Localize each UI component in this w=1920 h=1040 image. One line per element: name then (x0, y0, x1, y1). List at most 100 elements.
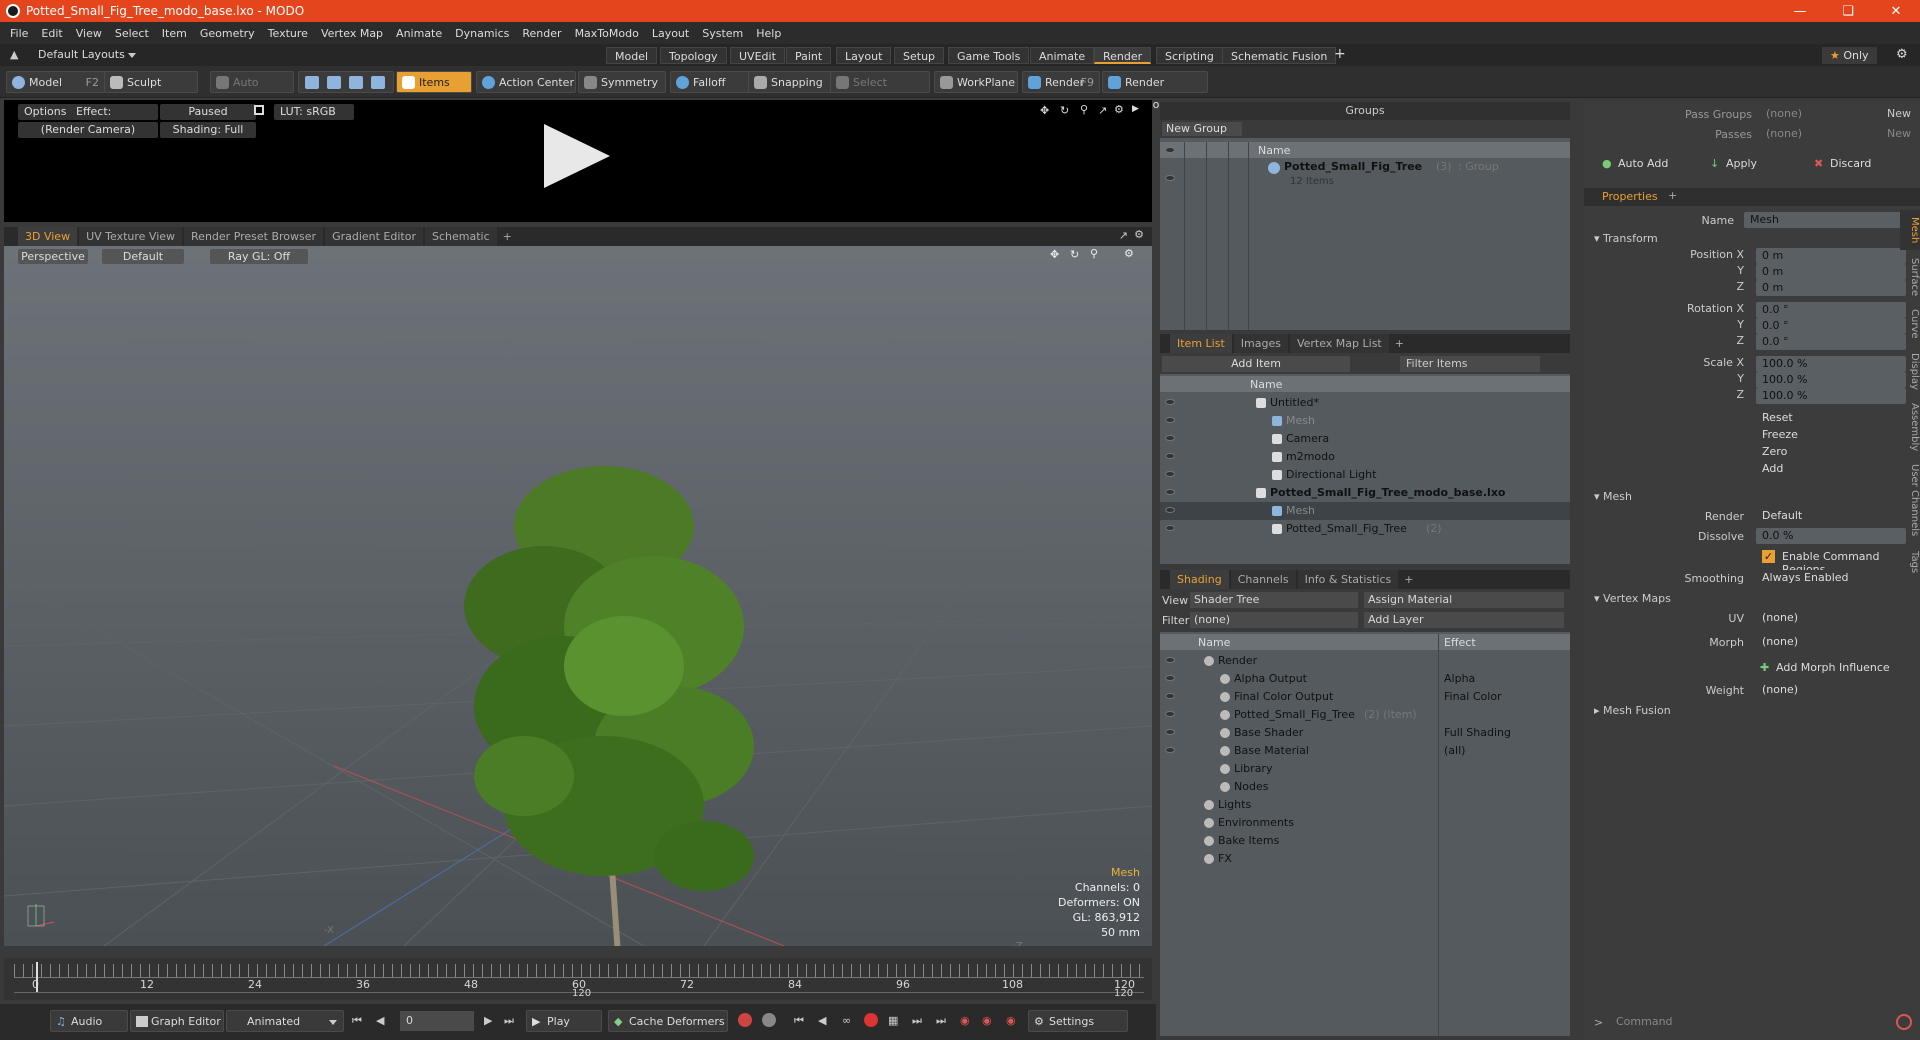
raygl-dropdown[interactable]: Ray GL: Off (210, 249, 308, 264)
link-icon[interactable]: ∞ (842, 1014, 851, 1027)
render-dropdown[interactable]: Default (1756, 508, 1920, 524)
uv-dropdown[interactable]: (none) (1756, 610, 1920, 626)
enable-command-regions-checkbox[interactable]: ✓ (1762, 550, 1775, 563)
key-tool-icon[interactable]: ▦ (888, 1014, 898, 1027)
paused-button[interactable]: Paused (160, 104, 256, 120)
item-row[interactable]: Mesh (1160, 502, 1570, 520)
orbit-icon[interactable]: ↻ (1070, 248, 1079, 261)
shader-visibility-icon[interactable] (1165, 711, 1175, 717)
item-visibility-icon[interactable] (1165, 453, 1175, 459)
mesh-section[interactable]: ▾ Mesh (1594, 490, 1632, 503)
auto-add-button[interactable]: ● Auto Add (1598, 156, 1702, 172)
add-list-tab-icon[interactable]: + (1395, 337, 1404, 350)
item-row[interactable]: Untitled* (1160, 394, 1570, 412)
perspective-dropdown[interactable]: Perspective (18, 249, 88, 264)
skip-end-icon[interactable]: ⏭ (504, 1014, 514, 1028)
group-visibility-icon[interactable] (1165, 175, 1175, 181)
action-center-button[interactable]: Action Center (476, 71, 576, 93)
expand-icon[interactable]: ↗ (1098, 104, 1107, 117)
dissolve-input[interactable]: 0.0 % (1756, 528, 1906, 544)
sculpt-button[interactable]: Sculpt (104, 71, 198, 93)
tab-item-list[interactable]: Item List (1170, 334, 1232, 353)
model-button[interactable]: Model F2 (6, 71, 106, 93)
render-camera-dropdown[interactable]: (Render Camera) (18, 122, 158, 138)
prev-key-icon[interactable]: ⏮ (794, 1014, 804, 1028)
menu-system[interactable]: System (702, 27, 743, 40)
add-tab-icon[interactable]: + (1334, 46, 1346, 62)
edge-mode-icon[interactable] (327, 76, 341, 89)
menu-vertex-map[interactable]: Vertex Map (321, 27, 383, 40)
zero-dropdown[interactable]: Zero (1756, 444, 1920, 460)
next-key-icon[interactable]: ⏭ (912, 1014, 922, 1028)
menu-select[interactable]: Select (115, 27, 149, 40)
auto-key-icon[interactable] (762, 1013, 776, 1027)
rotation-y-input[interactable]: 0.0 ° (1756, 318, 1906, 334)
item-visibility-icon[interactable] (1165, 417, 1175, 423)
menu-render[interactable]: Render (522, 27, 561, 40)
lut-dropdown[interactable]: LUT: sRGB (274, 104, 354, 120)
new-group-button[interactable]: New Group (1162, 122, 1242, 136)
sidetab-curve[interactable]: Curve (1900, 304, 1920, 344)
tab-render-preset-browser[interactable]: Render Preset Browser (184, 227, 324, 246)
pan-icon[interactable]: ✥ (1050, 248, 1059, 261)
layout-preset-dropdown[interactable]: Default Layouts (38, 48, 137, 61)
shader-effect-value[interactable]: Full Shading (1444, 724, 1511, 742)
sidetab-mesh[interactable]: Mesh (1900, 210, 1920, 250)
key-icon[interactable] (738, 1013, 752, 1027)
tab-topology[interactable]: Topology (660, 47, 727, 64)
viewport-zoom-icon[interactable]: ⚲ (1090, 247, 1098, 260)
filter-items-input[interactable]: Filter Items (1400, 356, 1540, 372)
tab-paint[interactable]: Paint (786, 47, 832, 64)
workplane-button[interactable]: WorkPlane (934, 71, 1018, 93)
shader-effect-value[interactable]: Alpha (1444, 670, 1475, 688)
shader-visibility-icon[interactable] (1165, 747, 1175, 753)
shader-visibility-icon[interactable] (1165, 657, 1175, 663)
restore-icon[interactable]: ❏ (1828, 0, 1868, 22)
tab-scripting[interactable]: Scripting (1156, 47, 1223, 64)
menu-animate[interactable]: Animate (396, 27, 442, 40)
auto-select-button[interactable]: Auto Select (210, 71, 294, 111)
morph-dropdown[interactable]: (none) (1756, 634, 1920, 650)
tab-3d-view[interactable]: 3D View (18, 227, 78, 246)
shader-row[interactable]: Bake Items (1160, 832, 1570, 850)
material-mode-icon[interactable] (371, 76, 385, 89)
settings-button[interactable]: ⚙ Settings (1028, 1010, 1128, 1032)
shader-effect-value[interactable]: Final Color (1444, 688, 1502, 706)
item-row[interactable]: Directional Light (1160, 466, 1570, 484)
polygon-mode-icon[interactable] (349, 76, 363, 89)
item-visibility-icon[interactable] (1165, 525, 1175, 531)
audio-button[interactable]: ♫ Audio (50, 1010, 128, 1032)
assign-material-dropdown[interactable]: Assign Material (1364, 592, 1564, 608)
cache-deformers-button[interactable]: ◆ Cache Deformers (608, 1010, 728, 1032)
tab-info-statistics[interactable]: Info & Statistics (1297, 570, 1399, 589)
smoothing-dropdown[interactable]: Always Enabled (1756, 570, 1920, 586)
freeze-dropdown[interactable]: Freeze (1756, 427, 1920, 443)
filter-key-icon[interactable]: ◉ (1006, 1014, 1016, 1027)
weight-dropdown[interactable]: (none) (1756, 682, 1920, 698)
shader-row[interactable]: Lights (1160, 796, 1570, 814)
snapping-button[interactable]: Snapping (748, 71, 832, 93)
zoom-icon[interactable]: ⚲ (1080, 103, 1088, 116)
position-y-input[interactable]: 0 m (1756, 264, 1906, 280)
step-back-icon[interactable]: ◀ (376, 1014, 384, 1027)
item-row[interactable]: m2modo (1160, 448, 1570, 466)
items-mode-button[interactable]: Items (396, 71, 472, 93)
shader-tree-dropdown[interactable]: Shader Tree (1190, 592, 1358, 608)
scale-y-input[interactable]: 100.0 % (1756, 372, 1906, 388)
add-morph-influence-button[interactable]: ✚ Add Morph Influence (1756, 658, 1920, 678)
pass-groups-new-button[interactable]: New (1882, 106, 1916, 122)
only-toggle[interactable]: ★ Only (1822, 47, 1877, 64)
shader-visibility-icon[interactable] (1165, 675, 1175, 681)
play-icon[interactable] (544, 124, 610, 188)
frame-input[interactable]: 0 (400, 1011, 474, 1031)
layout-up-icon[interactable]: ▲ (10, 48, 18, 61)
viewport-expand-icon[interactable]: ↗ (1119, 229, 1128, 242)
tab-shading[interactable]: Shading (1170, 570, 1229, 589)
gear-icon[interactable]: ⚙ (1896, 47, 1908, 62)
pass-groups-dropdown[interactable]: (none) (1760, 106, 1878, 122)
tab-gradient-editor[interactable]: Gradient Editor (325, 227, 423, 246)
item-visibility-icon[interactable] (1165, 507, 1175, 513)
tab-model[interactable]: Model (606, 47, 658, 64)
sidetab-display[interactable]: Display (1900, 346, 1920, 396)
add-view-tab-icon[interactable]: + (503, 230, 512, 243)
